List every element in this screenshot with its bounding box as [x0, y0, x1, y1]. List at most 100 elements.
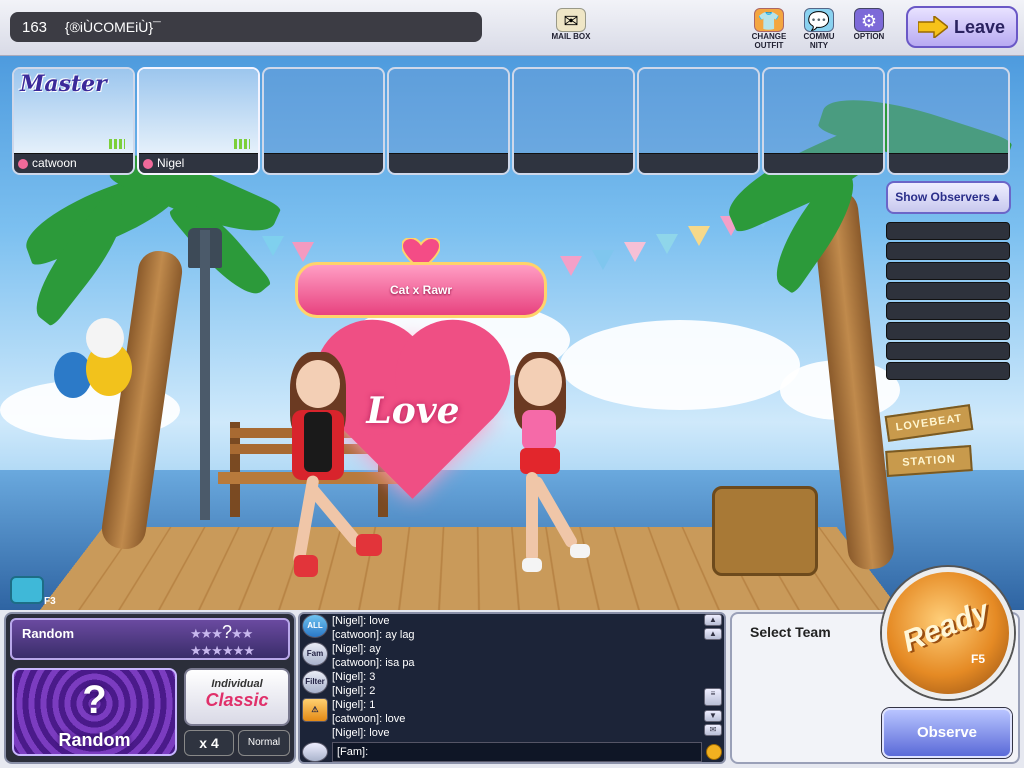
community-label: COMMU — [803, 32, 835, 41]
gender-icon — [143, 159, 153, 169]
chat-message: [catwoon]: love — [332, 713, 406, 725]
bunting-flag — [624, 242, 646, 262]
outfit-icon: 👕 — [754, 8, 784, 32]
change-outfit-label: CHANGE — [751, 32, 787, 41]
chat-alert-icon[interactable]: ⚠ — [302, 698, 328, 722]
street-lamp-post — [200, 230, 210, 520]
difficulty-selector[interactable]: Normal — [238, 730, 290, 756]
player-name-bar — [639, 153, 758, 173]
chat-message: [Nigel]: love — [332, 615, 390, 627]
scroll-up-icon[interactable]: ▲ — [704, 628, 722, 640]
mailbox-button[interactable]: ✉ MAIL BOX — [548, 8, 594, 48]
sneaker — [570, 544, 590, 558]
roller-skate — [356, 534, 382, 556]
player-name-bar — [389, 153, 508, 173]
chat-message: [Nigel]: love — [332, 727, 390, 739]
change-outfit-button[interactable]: 👕 CHANGE OUTFIT — [746, 8, 792, 50]
ready-hotkey: F5 — [971, 652, 986, 666]
bunting-flag — [560, 256, 582, 276]
chat-message: [catwoon]: ay lag — [332, 629, 415, 641]
dancer-nigel — [500, 348, 600, 588]
scroll-top-icon[interactable]: ▲ — [704, 614, 722, 626]
arrow-right-icon — [918, 16, 948, 38]
black-top — [304, 412, 332, 472]
lovebeat-sign: LOVEBEAT — [884, 404, 974, 442]
player-slot-empty[interactable] — [262, 67, 385, 175]
player-slot-empty[interactable] — [887, 67, 1010, 175]
chat-message: [Nigel]: 2 — [332, 685, 376, 697]
difficulty-stars: ★★★?★★ ★★★★★★ — [190, 622, 255, 658]
gear-icon: ⚙ — [854, 8, 884, 32]
player-slot-2[interactable]: Nigel — [137, 67, 260, 175]
select-team-label[interactable]: Select Team — [750, 624, 831, 640]
show-observers-button[interactable]: Show Observers▲ — [886, 181, 1011, 214]
player-slot-empty[interactable] — [637, 67, 760, 175]
scroll-down-icon[interactable]: ▼ — [704, 710, 722, 722]
player-name-bar — [764, 153, 883, 173]
player-name-bar — [264, 153, 383, 173]
observer-slot — [886, 322, 1010, 340]
red-shorts — [520, 448, 560, 474]
scroll-thumb[interactable]: ≡ — [704, 688, 722, 706]
leave-button[interactable]: Leave — [906, 6, 1018, 48]
player-slot-empty[interactable] — [387, 67, 510, 175]
player-name-bar: Nigel — [139, 153, 258, 173]
player-slot-1[interactable]: Master catwoon — [12, 67, 135, 175]
ready-label: Ready — [897, 594, 994, 659]
room-title-bar: 163 {®iÙCOMEiÙ}¯ — [10, 12, 482, 42]
player-slot-empty[interactable] — [762, 67, 885, 175]
chat-message: [Nigel]: 3 — [332, 671, 376, 683]
chat-log: [Nigel]: love [catwoon]: ay lag [Nigel]:… — [332, 612, 702, 740]
option-button[interactable]: ⚙ OPTION — [846, 8, 892, 48]
song-difficulty-unknown: ? — [221, 622, 232, 642]
dancer-head — [296, 360, 340, 408]
observer-slot — [886, 262, 1010, 280]
observer-slot — [886, 242, 1010, 260]
speed-selector[interactable]: x 4 — [184, 730, 234, 756]
change-outfit-label: OUTFIT — [754, 41, 784, 50]
player-name: catwoon — [32, 156, 77, 170]
bunting-flag — [688, 226, 710, 246]
emoticon-icon[interactable] — [706, 744, 722, 760]
chat-message: [Nigel]: 1 — [332, 699, 376, 711]
mailbox-label: MAIL BOX — [551, 32, 591, 41]
option-label: OPTION — [853, 32, 885, 41]
bunting-flag — [656, 234, 678, 254]
chat-tab-fam[interactable]: Fam — [302, 642, 328, 666]
chat-bubbles-icon: 💬 — [804, 8, 834, 32]
individual-label: Individual — [211, 678, 263, 690]
dancer-catwoon — [270, 350, 382, 590]
camera-icon[interactable] — [10, 576, 44, 604]
scroll-bottom-icon[interactable]: ✉ — [704, 724, 722, 736]
player-slots: Master catwoon Nigel — [12, 67, 1012, 175]
leave-label: Leave — [954, 17, 1006, 37]
top-bar: 163 {®iÙCOMEiÙ}¯ ✉ MAIL BOX 👕 CHANGE OUT… — [0, 0, 1024, 56]
couple-name-banner: Cat x Rawr — [295, 262, 547, 318]
balloon — [86, 318, 124, 358]
observe-button[interactable]: Observe — [882, 708, 1012, 758]
player-name-bar: catwoon — [14, 153, 133, 173]
observer-slot — [886, 302, 1010, 320]
player-slot-empty[interactable] — [512, 67, 635, 175]
chat-scrollbar[interactable]: ▲ ▲ ≡ ▼ ✉ — [704, 612, 722, 740]
chat-input[interactable]: [Fam]: — [332, 742, 702, 762]
roller-skate — [294, 555, 318, 577]
player-name-bar — [889, 153, 1008, 173]
sneaker — [522, 558, 542, 572]
chat-input-row: [Fam]: — [302, 742, 724, 762]
chat-message: [catwoon]: isa pa — [332, 657, 415, 669]
chat-tab-filter[interactable]: Filter — [302, 670, 328, 694]
game-mode-button[interactable]: Individual Classic — [184, 668, 290, 726]
random-song-card[interactable]: ? Random — [12, 668, 177, 756]
observer-slot — [886, 342, 1010, 360]
classic-label: Classic — [205, 690, 269, 710]
ready-button[interactable]: Ready F5 — [882, 567, 1014, 699]
signal-strength-icon — [234, 139, 250, 149]
song-title: Random — [22, 626, 74, 641]
community-label: NITY — [809, 41, 829, 50]
chat-bubble-icon[interactable] — [302, 742, 328, 762]
community-button[interactable]: 💬 COMMU NITY — [796, 8, 842, 50]
chat-tabs: ALL Fam Filter ⚠ — [302, 614, 330, 726]
chat-tab-all[interactable]: ALL — [302, 614, 328, 638]
gender-icon — [18, 159, 28, 169]
